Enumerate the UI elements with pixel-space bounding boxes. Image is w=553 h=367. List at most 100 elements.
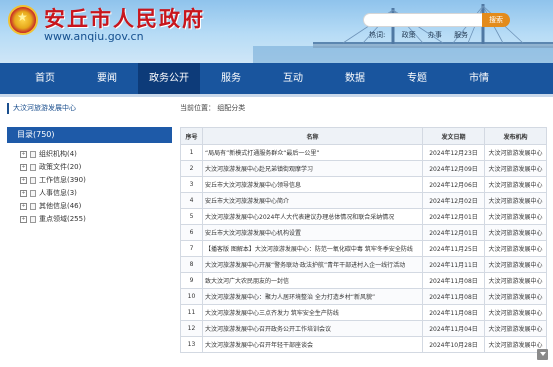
row-date: 2024年12月23日 xyxy=(422,144,485,161)
expand-icon[interactable]: + xyxy=(20,190,27,197)
scroll-down-button[interactable] xyxy=(537,349,548,360)
tree-item-other[interactable]: + 其他信息(46) xyxy=(7,200,172,213)
row-date: 2024年11月08日 xyxy=(422,272,485,289)
tree-item-work-info[interactable]: + 工作信息(390) xyxy=(7,174,172,187)
folder-icon xyxy=(30,190,36,197)
row-title-link[interactable]: “局局有”新模式打通服务群众“最后一公里” xyxy=(202,144,423,161)
header-banner: 安丘市人民政府 www.anqiu.gov.cn 搜索 热词: 政策 办事 服务 xyxy=(0,0,553,63)
table-row: 6 安丘市大汶河旅游发展中心机构设置 2024年12月01日 大汶河旅游发展中心 xyxy=(180,224,547,241)
row-number: 4 xyxy=(180,192,203,209)
expand-icon[interactable]: + xyxy=(20,203,27,210)
breadcrumb: 当前位置： 组配分类 xyxy=(180,104,246,112)
nav-news[interactable]: 要闻 xyxy=(76,63,138,94)
row-title-link[interactable]: 安丘市大汶河旅游发展中心机构设置 xyxy=(202,224,423,241)
row-title-link[interactable]: 安丘市大汶河旅游发展中心领导信息 xyxy=(202,176,423,193)
table-row: 13 大汶河旅游发展中心召开年轻干部座谈会 2024年10月28日 大汶河旅游发展中心 xyxy=(180,336,547,353)
tree-item-label: 政策文件(20) xyxy=(39,163,82,171)
row-number: 8 xyxy=(180,256,203,273)
expand-icon[interactable]: + xyxy=(20,151,27,158)
tree-item-label: 组织机构(4) xyxy=(39,150,77,158)
row-date: 2024年12月06日 xyxy=(422,176,485,193)
table-row: 8 大汶河旅游发展中心开展“警务联动·政法护航”青年干部进村入企一线行活动 2024… xyxy=(180,256,547,273)
row-org: 大汶河旅游发展中心 xyxy=(484,176,547,193)
row-number: 1 xyxy=(180,144,203,161)
row-number: 2 xyxy=(180,160,203,177)
row-date: 2024年12月02日 xyxy=(422,192,485,209)
table-row: 5 大汶河旅游发展中心2024年人大代表建议办理总体情况和联合采纳情况 2024年1… xyxy=(180,208,547,225)
row-date: 2024年12月01日 xyxy=(422,208,485,225)
row-number: 3 xyxy=(180,176,203,193)
site-title: 安丘市人民政府 xyxy=(44,7,205,31)
expand-icon[interactable]: + xyxy=(20,177,27,184)
expand-icon[interactable]: + xyxy=(20,164,27,171)
tree-item-label: 人事信息(3) xyxy=(39,189,77,197)
row-number: 11 xyxy=(180,304,203,321)
row-title-link[interactable]: 大汶河旅游发展中心召开政务公开工作培训会议 xyxy=(202,320,423,337)
table-row: 12 大汶河旅游发展中心召开政务公开工作培训会议 2024年11月04日 大汶河旅游发… xyxy=(180,320,547,337)
row-title-link[interactable]: 大汶河旅游发展中心赴兄弟镇街观摩学习 xyxy=(202,160,423,177)
row-org: 大汶河旅游发展中心 xyxy=(484,192,547,209)
col-header-date: 发文日期 xyxy=(422,127,485,145)
catalog-header[interactable]: 目录(750) xyxy=(7,127,172,143)
nav-interaction[interactable]: 互动 xyxy=(262,63,324,94)
row-number: 5 xyxy=(180,208,203,225)
row-org: 大汶河旅游发展中心 xyxy=(484,272,547,289)
row-title-link[interactable]: 大汶河旅游发展中心：聚力人居环境整治 全力打造乡村“新风貌” xyxy=(202,288,423,305)
row-date: 2024年11月08日 xyxy=(422,304,485,321)
nav-data[interactable]: 数据 xyxy=(324,63,386,94)
search-input[interactable] xyxy=(363,13,485,27)
row-org: 大汶河旅游发展中心 xyxy=(484,256,547,273)
top-links: 热词: 政策 办事 服务 xyxy=(369,30,478,40)
row-title-link[interactable]: 大汶河旅游发展中心开展“警务联动·政法护航”青年干部进村入企一线行活动 xyxy=(202,256,423,273)
row-title-link[interactable]: 致大汶河广大农民朋友的一封信 xyxy=(202,272,423,289)
row-date: 2024年12月09日 xyxy=(422,160,485,177)
row-title-link[interactable]: 大汶河旅游发展中心召开年轻干部座谈会 xyxy=(202,336,423,353)
hot-words-label: 热词: xyxy=(369,31,386,39)
nav-city-info[interactable]: 市情 xyxy=(448,63,510,94)
col-header-org: 发布机构 xyxy=(484,127,547,145)
table-row: 4 安丘市大汶河旅游发展中心简介 2024年12月02日 大汶河旅游发展中心 xyxy=(180,192,547,209)
nav-home[interactable]: 首页 xyxy=(14,63,76,94)
row-org: 大汶河旅游发展中心 xyxy=(484,240,547,257)
folder-icon xyxy=(30,203,36,210)
row-number: 10 xyxy=(180,288,203,305)
nav-topics[interactable]: 专题 xyxy=(386,63,448,94)
row-title-link[interactable]: 安丘市大汶河旅游发展中心简介 xyxy=(202,192,423,209)
sidebar: 大汶河旅游发展中心 目录(750) + 组织机构(4) + 政策文件(20) +… xyxy=(7,103,172,226)
row-title-link[interactable]: 大汶河旅游发展中心2024年人大代表建议办理总体情况和联合采纳情况 xyxy=(202,208,423,225)
row-title-link[interactable]: 大汶河旅游发展中心三点齐发力 筑牢安全生产防线 xyxy=(202,304,423,321)
tree-item-policy[interactable]: + 政策文件(20) xyxy=(7,161,172,174)
folder-icon xyxy=(30,177,36,184)
table-row: 9 致大汶河广大农民朋友的一封信 2024年11月08日 大汶河旅游发展中心 xyxy=(180,272,547,289)
row-title-link[interactable]: 【播客版 图解本】大汶河旅游发展中心：防范一氧化碳中毒 筑牢冬季安全防线 xyxy=(202,240,423,257)
tree-item-personnel[interactable]: + 人事信息(3) xyxy=(7,187,172,200)
sub-nav-strip xyxy=(0,94,553,97)
table-row: 11 大汶河旅游发展中心三点齐发力 筑牢安全生产防线 2024年11月08日 大汶河旅… xyxy=(180,304,547,321)
site-url: www.anqiu.gov.cn xyxy=(44,30,144,43)
row-org: 大汶河旅游发展中心 xyxy=(484,208,547,225)
col-header-no: 序号 xyxy=(180,127,203,145)
top-link-service[interactable]: 服务 xyxy=(454,31,468,39)
row-number: 13 xyxy=(180,336,203,353)
table-row: 2 大汶河旅游发展中心赴兄弟镇街观摩学习 2024年12月09日 大汶河旅游发展中心 xyxy=(180,160,547,177)
top-link-policy[interactable]: 政策 xyxy=(402,31,416,39)
top-link-affairs[interactable]: 办事 xyxy=(428,31,442,39)
tree-item-key-areas[interactable]: + 重点领域(255) xyxy=(7,213,172,226)
row-org: 大汶河旅游发展中心 xyxy=(484,224,547,241)
catalog-tree: + 组织机构(4) + 政策文件(20) + 工作信息(390) + 人事信息(… xyxy=(7,148,172,226)
expand-icon[interactable]: + xyxy=(20,216,27,223)
main-nav: 首页 要闻 政务公开 服务 互动 数据 专题 市情 xyxy=(0,63,553,94)
tree-item-organization[interactable]: + 组织机构(4) xyxy=(7,148,172,161)
nav-gov-affairs[interactable]: 政务公开 xyxy=(138,63,200,94)
nav-service[interactable]: 服务 xyxy=(200,63,262,94)
main-content: 当前位置： 组配分类 序号 名称 发文日期 发布机构 1 “局局有”新模式打通服务… xyxy=(180,103,550,353)
row-number: 9 xyxy=(180,272,203,289)
row-org: 大汶河旅游发展中心 xyxy=(484,288,547,305)
row-number: 12 xyxy=(180,320,203,337)
table-row: 3 安丘市大汶河旅游发展中心领导信息 2024年12月06日 大汶河旅游发展中心 xyxy=(180,176,547,193)
row-org: 大汶河旅游发展中心 xyxy=(484,144,547,161)
search-button[interactable]: 搜索 xyxy=(482,13,510,27)
row-date: 2024年12月01日 xyxy=(422,224,485,241)
tree-item-label: 重点领域(255) xyxy=(39,215,86,223)
